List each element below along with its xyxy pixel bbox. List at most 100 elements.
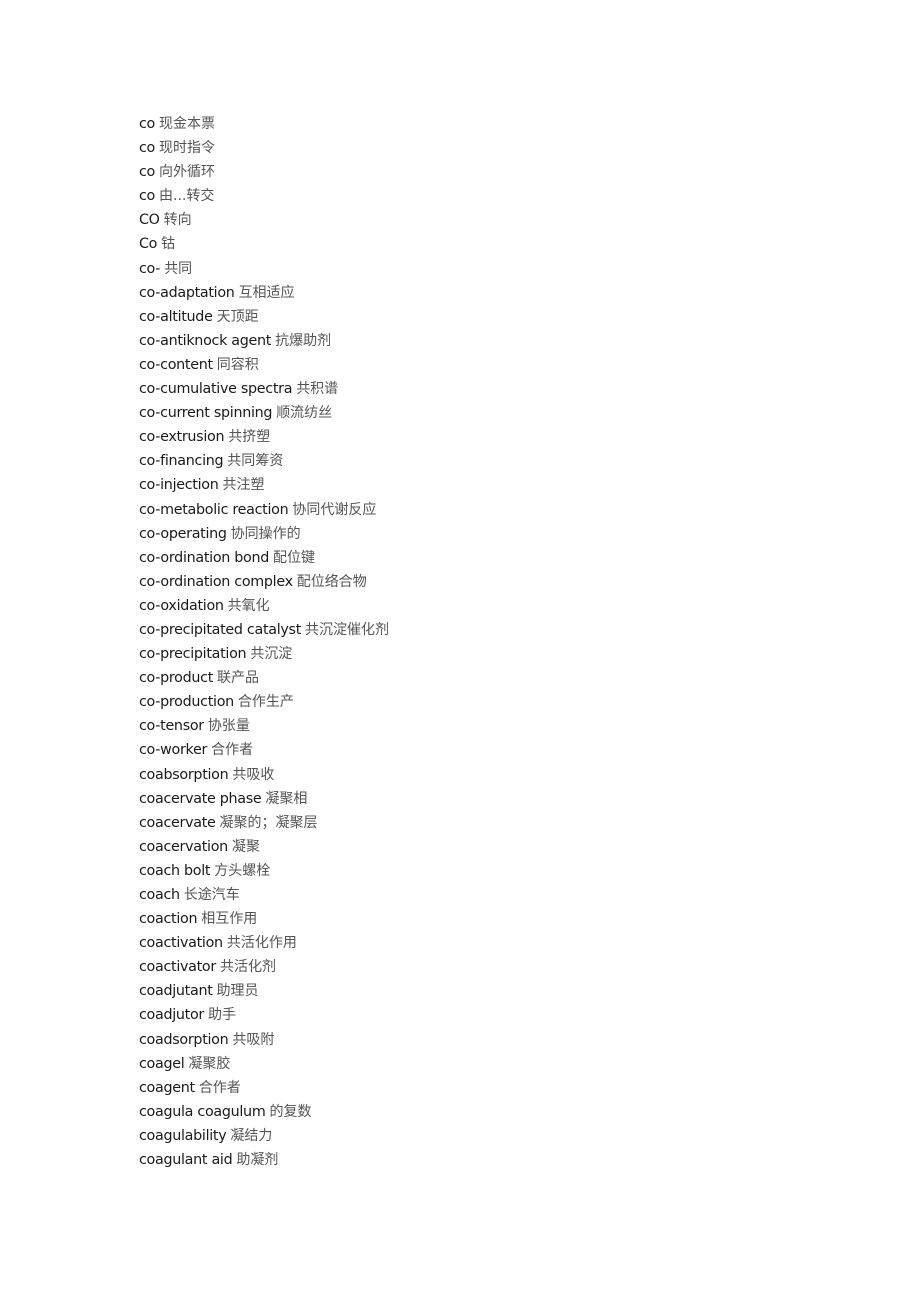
entry-definition: 共挤塑	[228, 429, 271, 446]
entry-definition: 凝聚的；凝聚层	[219, 814, 318, 831]
entry-definition: 钴	[161, 236, 176, 253]
entry-term: co-financing	[139, 453, 224, 470]
entry-definition: 配位络合物	[296, 573, 367, 590]
glossary-entry: co 现时指令	[139, 137, 839, 161]
entry-term: co-precipitation	[139, 646, 247, 663]
entry-definition: 联产品	[217, 670, 260, 687]
glossary-entry: coagulability 凝结力	[139, 1125, 839, 1149]
entry-definition: 的复数	[269, 1103, 312, 1120]
glossary-entry: coagulant aid 助凝剂	[139, 1149, 839, 1173]
entry-definition: 转向	[163, 212, 192, 229]
entry-definition: 协张量	[207, 718, 250, 735]
entry-term: co	[139, 140, 156, 157]
entry-definition: 共沉淀	[250, 646, 293, 663]
entry-definition: 同容积	[216, 356, 259, 373]
entry-term: co-production	[139, 694, 234, 711]
glossary-page: co 现金本票 co 现时指令 co 向外循环 co 由...转交 CO 转向 Co 钴 co- 共同 co…	[139, 113, 839, 1173]
glossary-entry: co-content 同容积	[139, 354, 839, 378]
glossary-entry: coadjutor 助手	[139, 1004, 839, 1028]
glossary-entry: coagula coagulum 的复数	[139, 1101, 839, 1125]
entry-definition: 由...转交	[159, 188, 215, 205]
entry-term: co-injection	[139, 477, 219, 494]
entry-definition: 协同代谢反应	[292, 501, 377, 518]
entry-definition: 抗爆助剂	[275, 332, 332, 349]
glossary-entry: co-oxidation 共氧化	[139, 595, 839, 619]
entry-definition: 现金本票	[159, 116, 216, 132]
entry-term: co-extrusion	[139, 429, 225, 446]
entry-term: co-altitude	[139, 308, 213, 325]
entry-term: co-operating	[139, 525, 227, 542]
glossary-entry: coach 长途汽车	[139, 884, 839, 908]
entry-definition: 现时指令	[159, 140, 216, 157]
glossary-entry: coach bolt 方头螺栓	[139, 860, 839, 884]
entry-term: co-	[139, 260, 161, 277]
entry-term: co-antiknock agent	[139, 332, 272, 349]
entry-term: coacervate phase	[139, 790, 262, 807]
entry-term: co-ordination bond	[139, 549, 270, 566]
entry-definition: 助理员	[216, 983, 259, 1000]
entry-definition: 合作者	[198, 1079, 241, 1096]
glossary-entry: coagent 合作者	[139, 1077, 839, 1101]
entry-term: coaction	[139, 911, 198, 928]
entry-term: co-tensor	[139, 718, 204, 735]
entry-definition: 共积谱	[296, 381, 339, 398]
glossary-entry: co-precipitation 共沉淀	[139, 643, 839, 667]
glossary-entry: co-altitude 天顶距	[139, 306, 839, 330]
glossary-entry: co-financing 共同筹资	[139, 450, 839, 474]
entry-definition: 共同	[164, 260, 193, 277]
entry-term: co-cumulative spectra	[139, 381, 293, 398]
entry-definition: 凝聚胶	[188, 1055, 231, 1072]
entry-definition: 协同操作的	[230, 525, 301, 542]
entry-term: co-current spinning	[139, 405, 273, 422]
entry-definition: 天顶距	[216, 308, 259, 325]
entry-definition: 顺流纺丝	[276, 405, 333, 422]
entry-term: coactivator	[139, 959, 216, 976]
glossary-entry: co-product 联产品	[139, 667, 839, 691]
glossary-entry: co 现金本票	[139, 113, 839, 137]
entry-term: coadjutant	[139, 983, 213, 1000]
entry-term: co-content	[139, 356, 213, 373]
glossary-entry: coacervation 凝聚	[139, 836, 839, 860]
entry-term: co	[139, 188, 156, 205]
entry-definition: 共同筹资	[227, 453, 284, 470]
entry-definition: 凝聚	[231, 838, 260, 855]
entry-term: co-precipitated catalyst	[139, 621, 302, 638]
entry-term: coacervate	[139, 814, 216, 831]
entry-definition: 共活化作用	[226, 935, 297, 952]
entry-definition: 互相适应	[238, 284, 295, 301]
glossary-entry: coagel 凝聚胶	[139, 1053, 839, 1077]
glossary-entry: co-production 合作生产	[139, 691, 839, 715]
entry-definition: 合作者	[211, 742, 254, 759]
glossary-entry: co 由...转交	[139, 185, 839, 209]
entry-term: co-ordination complex	[139, 573, 293, 590]
glossary-entry: co-tensor 协张量	[139, 715, 839, 739]
entry-definition: 共活化剂	[219, 959, 276, 976]
glossary-entry: co-ordination complex 配位络合物	[139, 571, 839, 595]
entry-definition: 方头螺栓	[214, 862, 271, 879]
entry-definition: 相互作用	[201, 911, 258, 928]
entry-definition: 共注塑	[222, 477, 265, 494]
entry-definition: 配位键	[273, 549, 316, 566]
glossary-entry: co 向外循环	[139, 161, 839, 185]
entry-term: co-adaptation	[139, 284, 235, 301]
glossary-entry: co-precipitated catalyst 共沉淀催化剂	[139, 619, 839, 643]
glossary-entry: coadsorption 共吸附	[139, 1029, 839, 1053]
entry-definition: 长途汽车	[183, 887, 240, 903]
entry-term: coacervation	[139, 838, 228, 855]
entry-term: coagulability	[139, 1127, 227, 1144]
entry-term: co-product	[139, 670, 214, 687]
entry-term: co-metabolic reaction	[139, 501, 289, 518]
entry-definition: 助凝剂	[236, 1152, 279, 1169]
entry-term: co	[139, 116, 156, 132]
glossary-entry: co-current spinning 顺流纺丝	[139, 402, 839, 426]
entry-definition: 共沉淀催化剂	[305, 621, 390, 638]
entry-definition: 助手	[208, 1007, 237, 1024]
glossary-entry: coadjutant 助理员	[139, 980, 839, 1004]
entry-definition: 向外循环	[159, 164, 216, 181]
entry-term: coach bolt	[139, 862, 211, 879]
entry-definition: 共氧化	[227, 597, 270, 614]
glossary-entry: coacervate 凝聚的；凝聚层	[139, 812, 839, 836]
entry-term: coadjutor	[139, 1007, 205, 1024]
glossary-entry: coabsorption 共吸收	[139, 764, 839, 788]
entry-term: coagent	[139, 1079, 195, 1096]
